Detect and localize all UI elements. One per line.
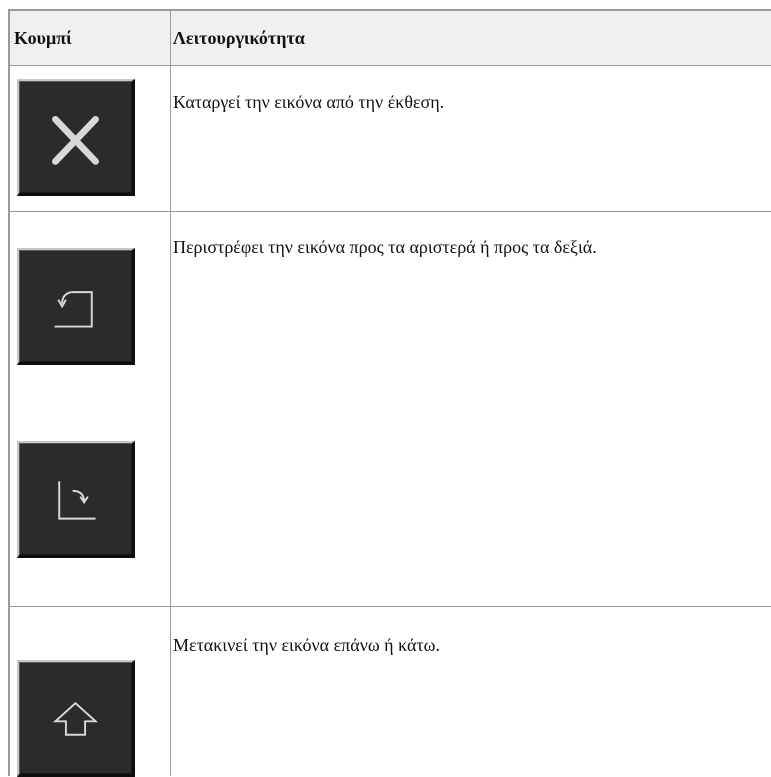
remove-image-button[interactable]	[17, 79, 135, 196]
row-divider	[10, 211, 771, 212]
column-header-button: Κουμπί	[14, 28, 72, 48]
row-description: Μετακινεί την εικόνα επάνω ή κάτω.	[173, 635, 441, 655]
rotate-left-icon	[54, 291, 93, 328]
row-divider	[10, 606, 771, 607]
function-table: Κουμπί Λειτουργικότητα Καταργεί την εικό…	[8, 9, 771, 777]
move-image-button[interactable]	[17, 660, 135, 777]
rotate-right-icon	[58, 481, 96, 520]
rotate-right-button[interactable]	[17, 441, 135, 558]
table-header-row	[10, 11, 771, 65]
rotate-left-button[interactable]	[17, 248, 135, 365]
row-description: Περιστρέφει την εικόνα προς τα αριστερά …	[173, 237, 597, 257]
row-divider	[10, 65, 771, 66]
row-description: Καταργεί την εικόνα από την έκθεση.	[173, 92, 445, 112]
close-icon	[52, 115, 99, 165]
column-header-functionality: Λειτουργικότητα	[173, 28, 305, 48]
column-divider	[170, 11, 171, 776]
arrow-up-icon	[52, 701, 99, 736]
